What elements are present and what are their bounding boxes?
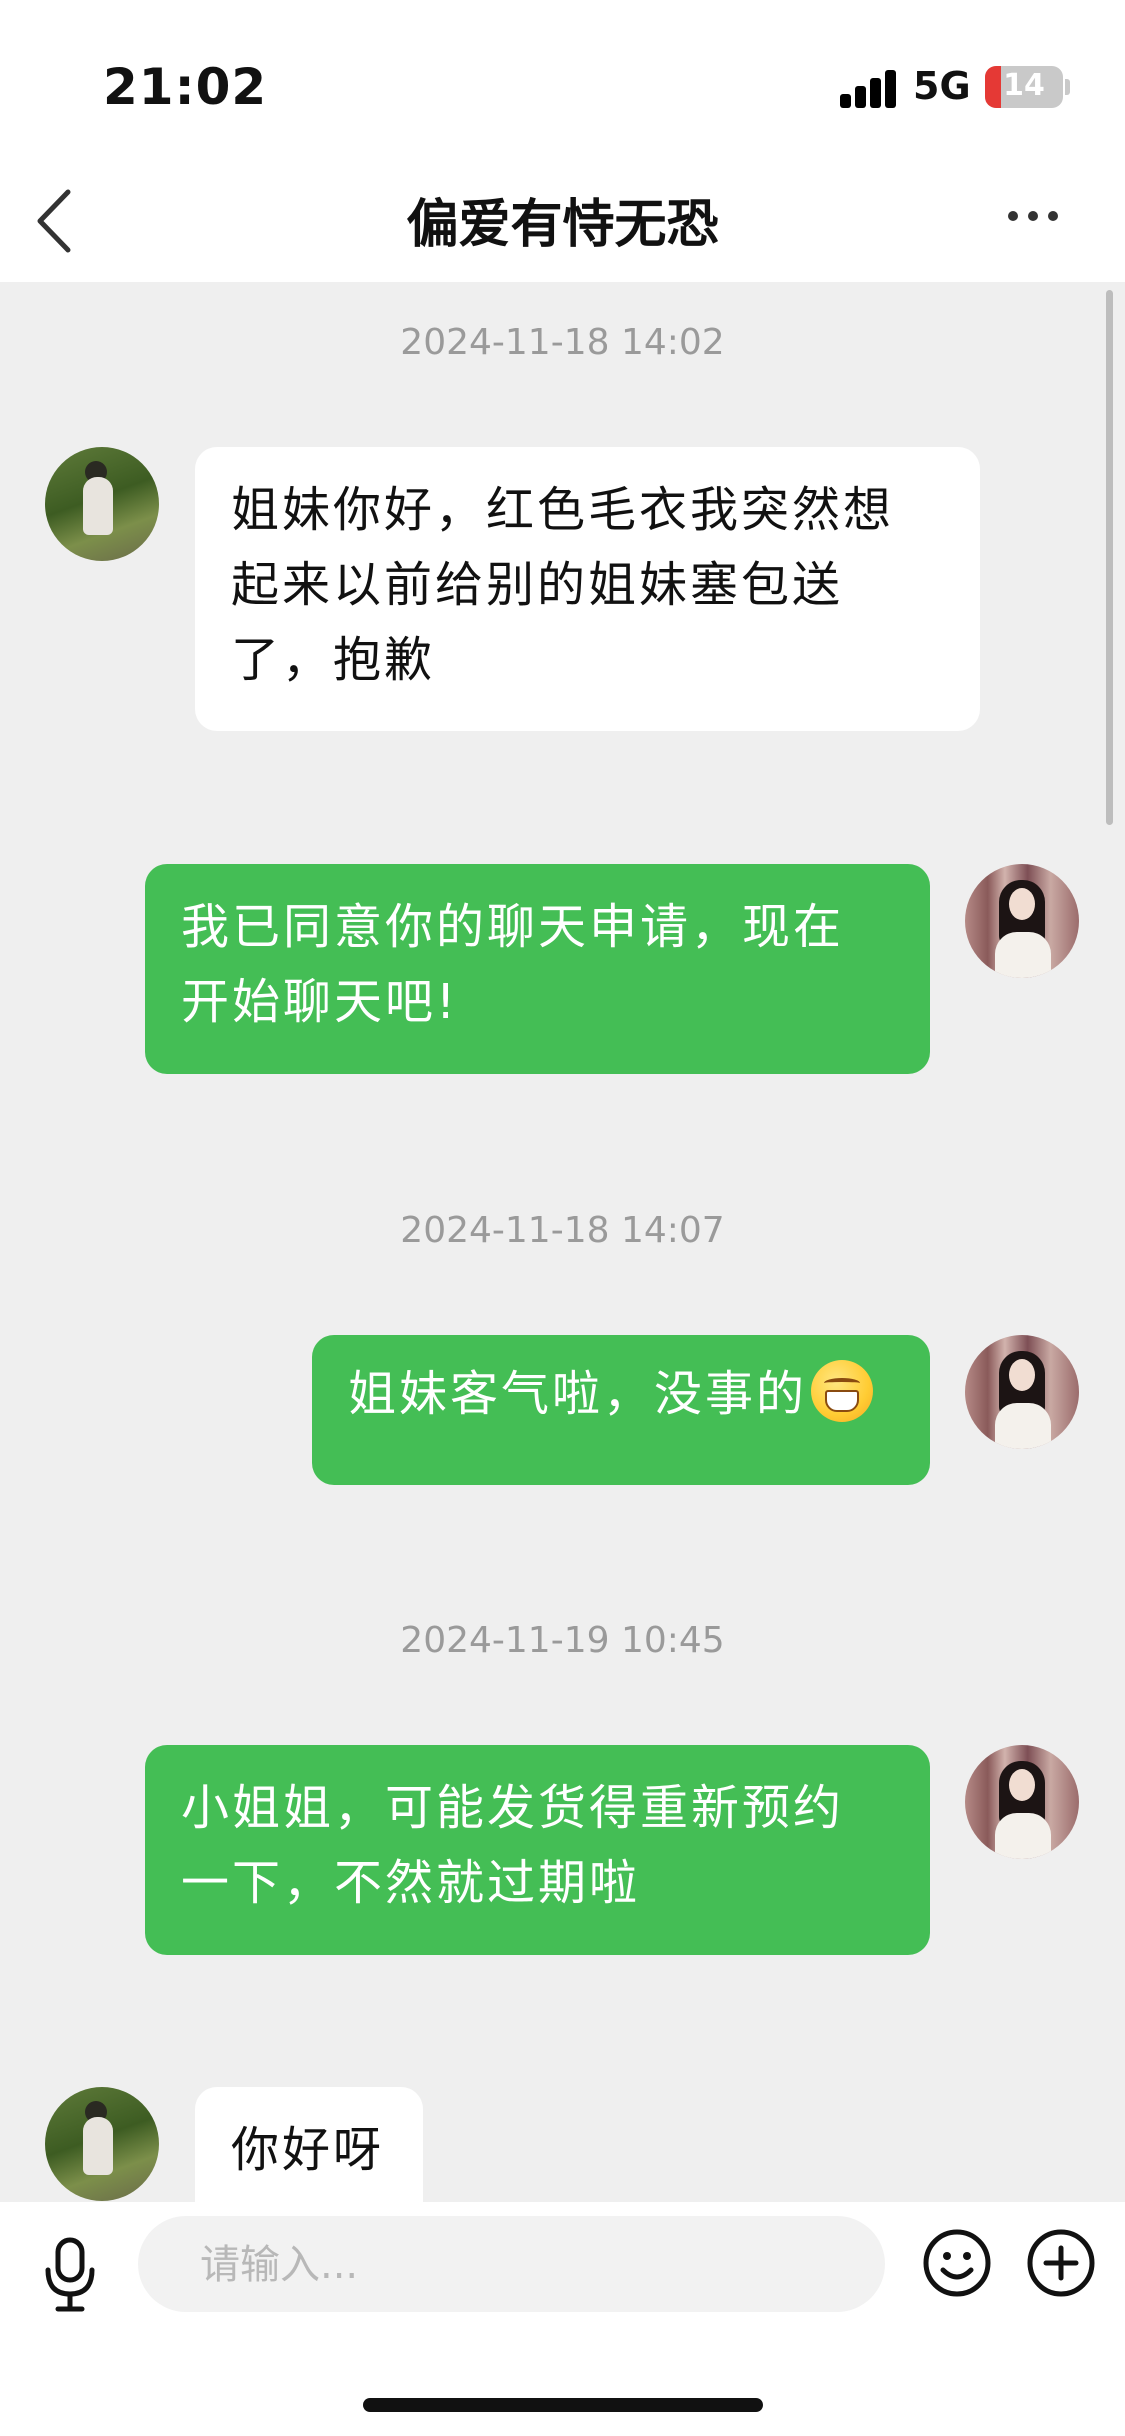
nav-bar: 偏爱有恃无恐 — [0, 160, 1125, 282]
chat-title: 偏爱有恃无恐 — [406, 195, 719, 255]
status-bar: 21:02 5G 14 — [0, 0, 1125, 160]
smiley-icon[interactable] — [922, 2228, 992, 2298]
message-text: 姐妹客气啦，没事的 — [348, 1366, 808, 1422]
status-time: 21:02 — [103, 58, 268, 116]
scrollbar[interactable] — [1106, 290, 1113, 825]
battery-cap — [1065, 79, 1070, 95]
avatar[interactable] — [965, 1745, 1079, 1859]
avatar[interactable] — [45, 447, 159, 561]
message-timestamp: 2024-11-18 14:02 — [400, 322, 725, 363]
battery-level: 14 — [1003, 68, 1045, 103]
network-type: 5G — [913, 64, 971, 108]
message-timestamp: 2024-11-19 10:45 — [400, 1620, 725, 1661]
signal-icon — [840, 68, 900, 108]
avatar[interactable] — [45, 2087, 159, 2201]
message-timestamp: 2024-11-18 14:07 — [400, 1210, 725, 1251]
grinning-face-emoji — [811, 1360, 874, 1422]
microphone-icon[interactable] — [40, 2236, 100, 2314]
battery-icon: 14 — [985, 66, 1063, 108]
message-bubble-outgoing: 我已同意你的聊天申请，现在开始聊天吧! — [145, 864, 930, 1074]
message-bubble-outgoing: 姐妹客气啦，没事的 — [312, 1335, 930, 1485]
more-horizontal-icon[interactable] — [1008, 206, 1058, 226]
message-bubble-incoming: 姐妹你好，红色毛衣我突然想起来以前给别的姐妹塞包送了，抱歉 — [195, 447, 980, 731]
plus-circle-icon[interactable] — [1026, 2228, 1096, 2298]
avatar[interactable] — [965, 864, 1079, 978]
chat-area[interactable]: 2024-11-18 14:02 姐妹你好，红色毛衣我突然想起来以前给别的姐妹塞… — [0, 282, 1125, 2202]
message-bubble-outgoing: 小姐姐，可能发货得重新预约一下，不然就过期啦 — [145, 1745, 930, 1955]
home-indicator[interactable] — [363, 2398, 763, 2412]
message-input-wrapper — [138, 2216, 885, 2314]
input-bar — [0, 2202, 1125, 2436]
message-input[interactable] — [198, 2216, 842, 2314]
message-bubble-incoming: 你好呀 — [195, 2087, 423, 2202]
avatar[interactable] — [965, 1335, 1079, 1449]
